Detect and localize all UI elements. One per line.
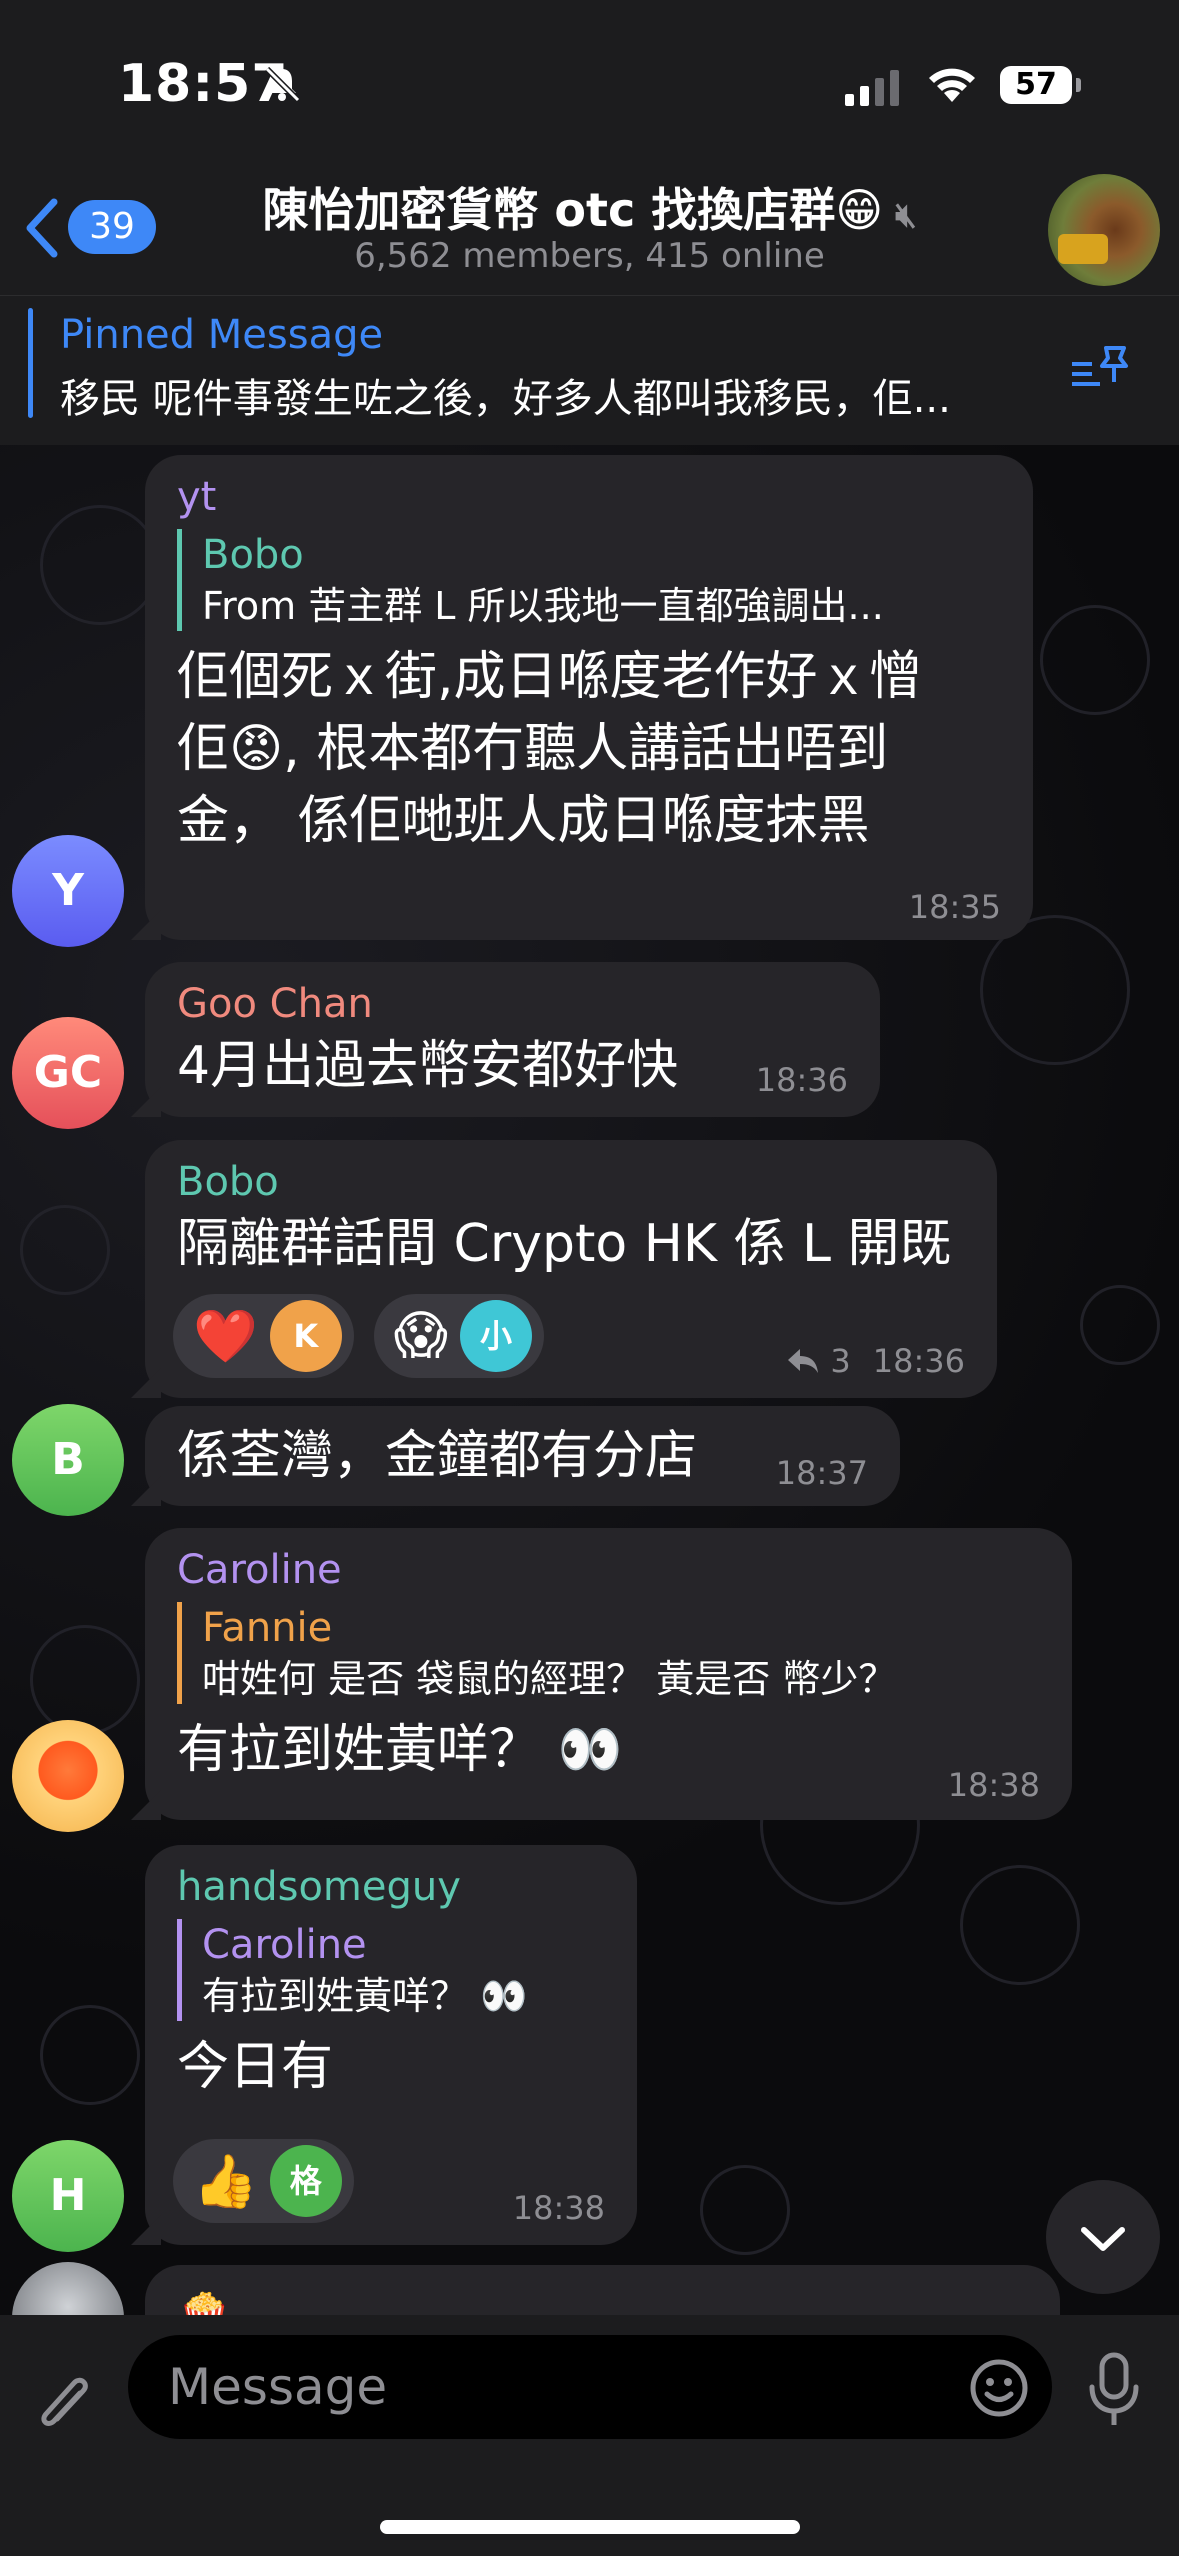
reactions-row: ❤️ K 😱 小: [173, 1294, 544, 1378]
pinned-title: Pinned Message: [60, 312, 384, 358]
reply-count[interactable]: 3: [830, 1342, 850, 1380]
battery-icon: 57: [1000, 66, 1072, 104]
reaction-thumbs-up[interactable]: 👍 格: [173, 2139, 354, 2223]
message-sender[interactable]: yt: [177, 471, 1001, 523]
reply-sender: Caroline: [202, 1922, 367, 1968]
message-meta: 3 18:36: [786, 1342, 965, 1380]
chat-subtitle: 6,562 members, 415 online: [354, 236, 825, 276]
reply-quote[interactable]: Caroline 有拉到姓黃咩？ 👀: [177, 1919, 605, 2021]
chat-header: 39 陳怡加密貨幣 otc 找換店群😁 🔇︎ 6,562 members, 415…: [0, 160, 1179, 295]
reply-text: 有拉到姓黃咩？ 👀: [202, 1974, 528, 2018]
wifi-icon: [929, 68, 975, 102]
reaction-avatar: 小: [459, 1300, 532, 1372]
chat-title[interactable]: 陳怡加密貨幣 otc 找換店群😁 🔇︎: [0, 174, 1179, 240]
reaction-avatar: K: [269, 1300, 342, 1372]
reply-quote[interactable]: Fannie 咁姓何 是否 袋鼠的經理？ 黃是否 幣少？: [177, 1602, 1040, 1704]
message-text-line: 金， 係佢哋班人成日喺度抹黑: [177, 791, 870, 851]
scroll-down-button[interactable]: [1046, 2180, 1160, 2294]
speaker-muted-icon: 🔇︎: [895, 195, 917, 235]
message-text: 今日有: [177, 2037, 334, 2097]
avatar-y[interactable]: Y: [12, 835, 124, 947]
message-sender[interactable]: Caroline: [177, 1544, 1040, 1596]
message-bubble[interactable]: Caroline Fannie 咁姓何 是否 袋鼠的經理？ 黃是否 幣少？ 有拉…: [145, 1528, 1072, 1820]
avatar-caroline[interactable]: [12, 1720, 124, 1832]
pinned-message-bar[interactable]: Pinned Message 移民 呢件事發生咗之後，好多人都叫我移民，佢...: [0, 295, 1179, 445]
avatar-b[interactable]: B: [12, 1404, 124, 1516]
message-text: 係荃灣，金鐘都有分店: [177, 1426, 698, 1486]
reply-quote[interactable]: Bobo From 苦主群 L 所以我地一直都強調出...: [177, 529, 1001, 631]
message-text: 有拉到姓黃咩？ 👀: [177, 1720, 623, 1780]
message-bubble[interactable]: 係荃灣，金鐘都有分店 18:37: [145, 1406, 900, 1506]
reaction-scream[interactable]: 😱 小: [373, 1294, 544, 1378]
battery-tip: [1076, 78, 1081, 92]
message-bubble[interactable]: yt Bobo From 苦主群 L 所以我地一直都強調出... 佢個死ｘ街,成…: [145, 455, 1033, 940]
chat-title-text: 陳怡加密貨幣 otc 找換店群😁: [262, 183, 884, 237]
reply-sender: Bobo: [202, 532, 304, 578]
chevron-down-icon: [1081, 2227, 1125, 2251]
message-input-bar: [0, 2315, 1179, 2556]
thumbs-up-emoji-icon: 👍: [193, 2151, 258, 2212]
message-text: 隔離群話間 Crypto HK 係 L 開既: [177, 1214, 952, 1274]
message-bubble[interactable]: Goo Chan 4月出過去幣安都好快 18:36: [145, 962, 880, 1117]
message-sender[interactable]: Goo Chan: [177, 978, 848, 1030]
message-text-line: 佢個死ｘ街,成日喺度老作好ｘ憎: [177, 647, 922, 707]
bell-muted-icon: [264, 66, 301, 103]
pin-list-icon[interactable]: [1070, 344, 1130, 394]
reaction-heart[interactable]: ❤️ K: [173, 1294, 354, 1378]
message-time: 18:36: [872, 1342, 965, 1380]
avatar-gc[interactable]: GC: [12, 1017, 124, 1129]
message-text-line: 佢😡, 根本都冇聽人講話出唔到: [177, 719, 889, 779]
reply-sender: Fannie: [202, 1605, 333, 1651]
message-time: 18:38: [512, 2189, 605, 2227]
message-bubble[interactable]: handsomeguy Caroline 有拉到姓黃咩？ 👀 今日有 👍 格 1…: [145, 1845, 637, 2245]
reply-text: 咁姓何 是否 袋鼠的經理？ 黃是否 幣少？: [202, 1657, 897, 1701]
microphone-icon[interactable]: [1086, 2351, 1142, 2431]
avatar-h[interactable]: H: [12, 2140, 124, 2252]
reactions-row: 👍 格: [173, 2139, 354, 2223]
paperclip-icon[interactable]: [30, 2363, 98, 2443]
message-time: 18:38: [947, 1766, 1040, 1804]
pinned-text: 移民 呢件事發生咗之後，好多人都叫我移民，佢...: [60, 376, 951, 422]
pinned-indicator: [28, 308, 33, 418]
message-sender[interactable]: Bobo: [177, 1156, 965, 1208]
status-bar: 18:57 57: [0, 0, 1179, 160]
sticker-emoji-icon[interactable]: [968, 2357, 1030, 2419]
reaction-avatar: 格: [269, 2145, 342, 2217]
message-time: 18:37: [775, 1454, 868, 1492]
message-time: 18:36: [755, 1061, 848, 1099]
group-avatar[interactable]: [1048, 174, 1160, 286]
message-time: 18:35: [908, 888, 1001, 926]
scream-emoji-icon: 😱: [393, 1306, 448, 1366]
message-sender[interactable]: handsomeguy: [177, 1861, 605, 1913]
message-bubble[interactable]: Bobo 隔離群話間 Crypto HK 係 L 開既 ❤️ K 😱 小 3 1…: [145, 1140, 997, 1398]
cellular-signal-icon: [845, 66, 899, 106]
home-indicator: [380, 2520, 800, 2534]
heart-emoji-icon: ❤️: [193, 1306, 258, 1367]
message-input[interactable]: [128, 2335, 1052, 2439]
reply-arrow-icon[interactable]: [786, 1347, 820, 1375]
message-text: 4月出過去幣安都好快: [177, 1036, 679, 1096]
reply-text: From 苦主群 L 所以我地一直都強調出...: [202, 584, 884, 628]
